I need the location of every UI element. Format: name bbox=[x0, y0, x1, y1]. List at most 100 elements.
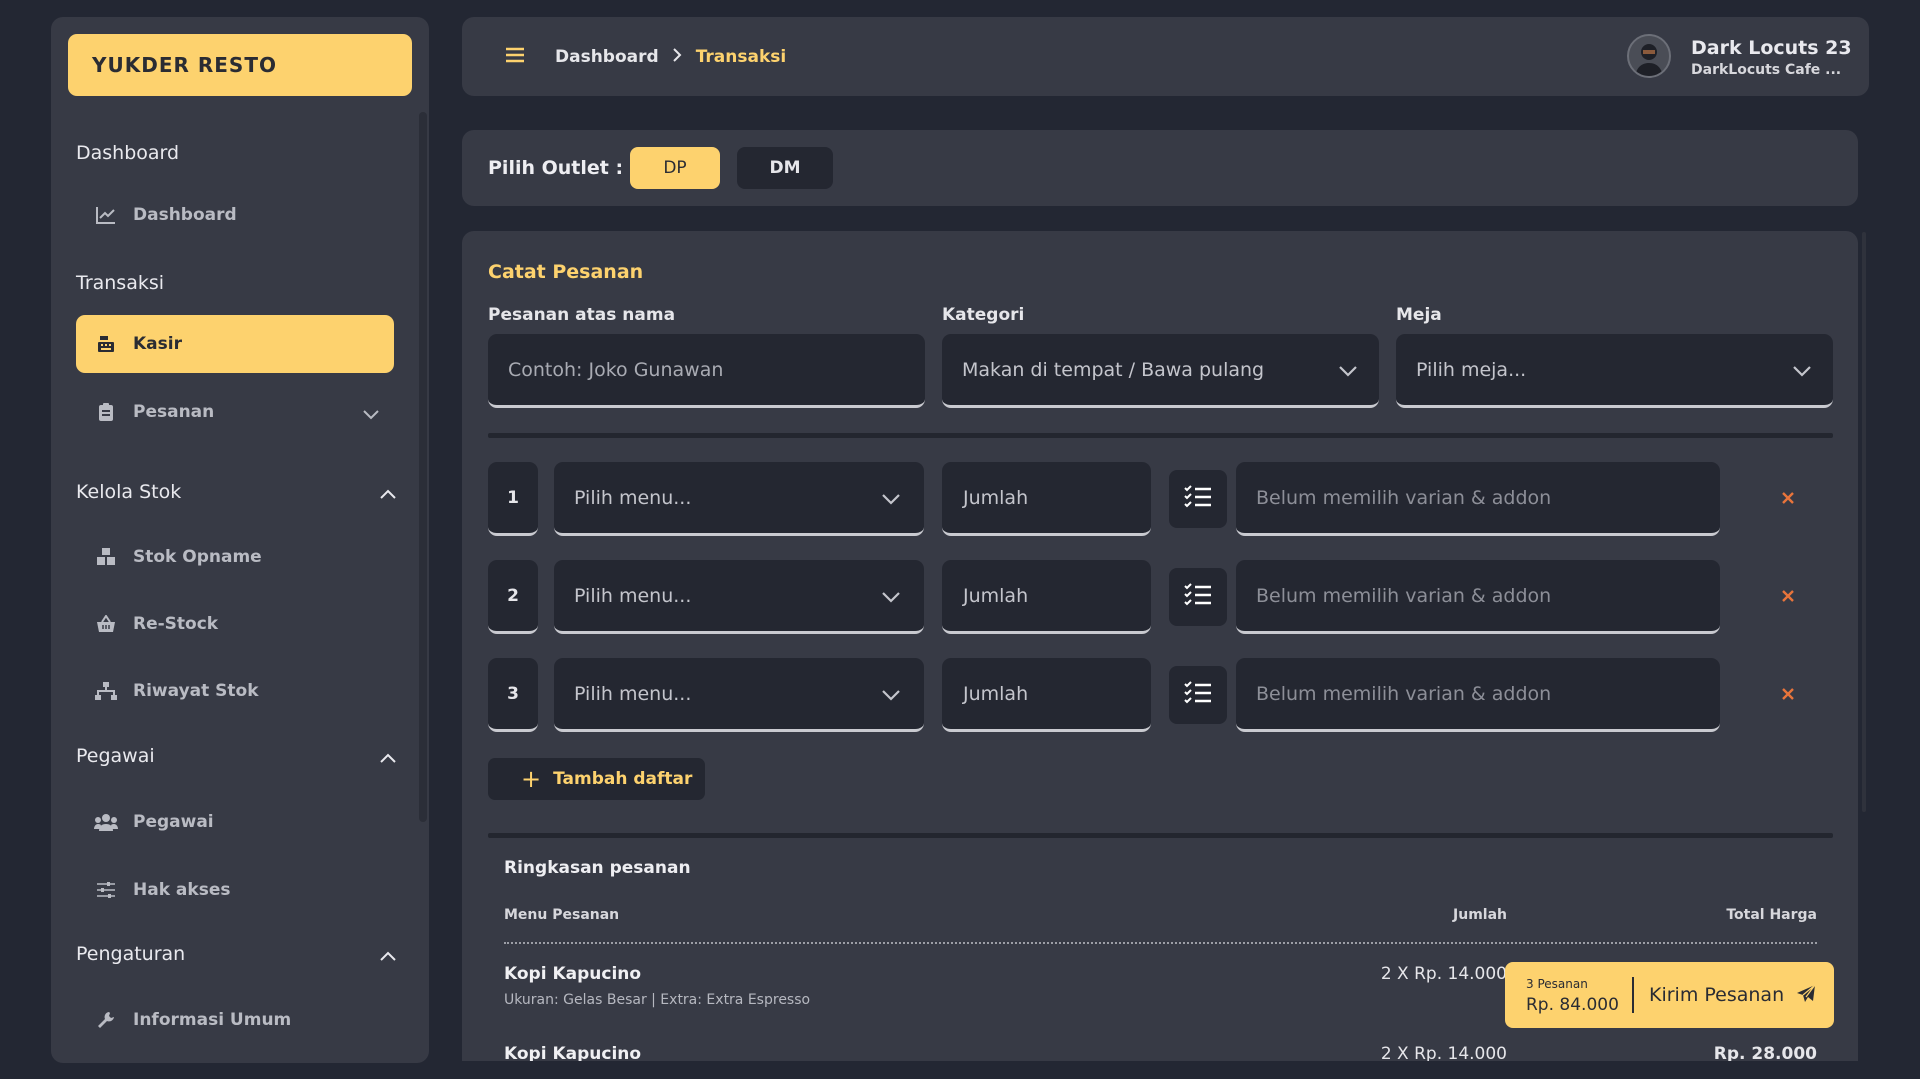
variant-addon-field[interactable]: Belum memilih varian & addon bbox=[1236, 658, 1720, 732]
remove-row-button[interactable] bbox=[1778, 685, 1798, 705]
chevron-down-icon bbox=[1793, 360, 1811, 382]
boxes-icon bbox=[93, 546, 119, 568]
wrench-icon bbox=[93, 1009, 119, 1031]
menu-select-value: Pilih menu... bbox=[574, 682, 692, 705]
chevron-up-icon[interactable] bbox=[380, 748, 396, 763]
category-value: Makan di tempat / Bawa pulang bbox=[962, 358, 1265, 381]
sidebar-item-informasi-umum[interactable]: Informasi Umum bbox=[76, 991, 394, 1049]
sidebar-item-pegawai[interactable]: Pegawai bbox=[76, 793, 394, 851]
sidebar-item-label: Pesanan bbox=[133, 402, 215, 422]
sidebar-item-label: Stok Opname bbox=[133, 547, 262, 567]
variant-addon-field[interactable]: Belum memilih varian & addon bbox=[1236, 560, 1720, 634]
category-label: Kategori bbox=[942, 305, 1025, 325]
avatar[interactable] bbox=[1627, 34, 1671, 78]
summary-title: Ringkasan pesanan bbox=[504, 858, 691, 878]
list-check-icon bbox=[1184, 485, 1212, 513]
brand-logo[interactable]: YUKDER RESTO bbox=[68, 34, 412, 96]
outlet-label: Pilih Outlet : bbox=[488, 157, 624, 179]
chevron-up-icon[interactable] bbox=[380, 946, 396, 961]
section-transaksi: Transaksi bbox=[76, 272, 165, 294]
quantity-input[interactable]: Jumlah bbox=[942, 658, 1151, 732]
table-label: Meja bbox=[1396, 305, 1442, 325]
sidebar-scrollbar[interactable] bbox=[419, 112, 427, 822]
sidebar-item-restock[interactable]: Re-Stock bbox=[76, 595, 394, 653]
table-value: Pilih meja... bbox=[1416, 358, 1527, 381]
chevron-down-icon bbox=[363, 405, 379, 425]
menu-toggle-icon[interactable] bbox=[506, 47, 524, 67]
breadcrumb: Dashboard Transaksi bbox=[555, 47, 786, 67]
outlet-dp-button[interactable]: DP bbox=[630, 147, 720, 189]
menu-select[interactable]: Pilih menu... bbox=[554, 560, 924, 634]
remove-row-button[interactable] bbox=[1778, 489, 1798, 509]
chevron-down-icon bbox=[882, 684, 900, 706]
menu-select-value: Pilih menu... bbox=[574, 584, 692, 607]
divider bbox=[1632, 977, 1634, 1013]
users-icon bbox=[93, 811, 119, 833]
divider bbox=[488, 833, 1833, 838]
remove-row-button[interactable] bbox=[1778, 587, 1798, 607]
summary-item-qty: 2 X Rp. 14.000 bbox=[1380, 1044, 1507, 1061]
plus-icon: + bbox=[521, 765, 542, 793]
sidebar-item-label: Hak akses bbox=[133, 880, 231, 900]
summary-item-name: Kopi Kapucino bbox=[504, 964, 642, 984]
card-title: Catat Pesanan bbox=[488, 261, 644, 283]
clipboard-icon bbox=[93, 401, 119, 423]
list-check-icon bbox=[1184, 583, 1212, 611]
chart-line-icon bbox=[93, 204, 119, 226]
category-select[interactable]: Makan di tempat / Bawa pulang bbox=[942, 334, 1379, 408]
sidebar-item-riwayat-stok[interactable]: Riwayat Stok bbox=[76, 662, 394, 720]
variant-list-button[interactable] bbox=[1169, 666, 1227, 724]
sidebar-item-hak-akses[interactable]: Hak akses bbox=[76, 861, 394, 919]
col-menu: Menu Pesanan bbox=[504, 907, 620, 923]
breadcrumb-transaksi: Transaksi bbox=[695, 47, 787, 67]
main-scrollbar[interactable] bbox=[1862, 232, 1866, 812]
summary-item-name: Kopi Kapucino bbox=[504, 1044, 642, 1061]
table-divider bbox=[504, 942, 1817, 944]
menu-select[interactable]: Pilih menu... bbox=[554, 658, 924, 732]
user-cafe: DarkLocuts Cafe ... bbox=[1691, 62, 1842, 78]
divider bbox=[488, 433, 1833, 438]
sidebar-item-pesanan[interactable]: Pesanan bbox=[76, 383, 394, 441]
sidebar-item-kasir[interactable]: Kasir bbox=[76, 315, 394, 373]
quantity-input[interactable]: Jumlah bbox=[942, 560, 1151, 634]
sidebar-item-label: Pegawai bbox=[133, 812, 214, 832]
sidebar-item-dashboard[interactable]: Dashboard bbox=[76, 186, 394, 244]
close-icon bbox=[1781, 686, 1795, 705]
row-number: 3 bbox=[488, 658, 538, 732]
sidebar-item-label: Kasir bbox=[133, 334, 182, 354]
section-pengaturan: Pengaturan bbox=[76, 943, 186, 965]
summary-item-total: Rp. 28.000 bbox=[1713, 1044, 1817, 1061]
table-select[interactable]: Pilih meja... bbox=[1396, 334, 1833, 408]
order-card: Catat Pesanan Pesanan atas nama Contoh: … bbox=[462, 231, 1858, 1061]
variant-list-button[interactable] bbox=[1169, 568, 1227, 626]
chevron-down-icon bbox=[1339, 360, 1357, 382]
top-header: Dashboard Transaksi Dark Locuts 23 DarkL… bbox=[462, 17, 1869, 96]
add-row-label: Tambah daftar bbox=[553, 769, 693, 789]
chevron-up-icon[interactable] bbox=[380, 484, 396, 499]
outlet-dm-button[interactable]: DM bbox=[737, 147, 833, 189]
paper-plane-icon bbox=[1796, 984, 1816, 1008]
breadcrumb-dashboard[interactable]: Dashboard bbox=[555, 47, 659, 67]
chevron-down-icon bbox=[882, 488, 900, 510]
row-number: 2 bbox=[488, 560, 538, 634]
section-dashboard: Dashboard bbox=[76, 142, 180, 164]
col-qty: Jumlah bbox=[1453, 907, 1507, 923]
menu-select[interactable]: Pilih menu... bbox=[554, 462, 924, 536]
name-label: Pesanan atas nama bbox=[488, 305, 676, 325]
summary-item-qty: 2 X Rp. 14.000 bbox=[1380, 964, 1507, 984]
menu-select-value: Pilih menu... bbox=[574, 486, 692, 509]
variant-addon-field[interactable]: Belum memilih varian & addon bbox=[1236, 462, 1720, 536]
sidebar-item-label: Riwayat Stok bbox=[133, 681, 259, 701]
close-icon bbox=[1781, 490, 1795, 509]
add-row-button[interactable]: + Tambah daftar bbox=[488, 758, 705, 800]
cash-register-icon bbox=[93, 333, 119, 355]
quantity-input[interactable]: Jumlah bbox=[942, 462, 1151, 536]
close-icon bbox=[1781, 588, 1795, 607]
send-order-button[interactable]: 3 Pesanan Rp. 84.000 Kirim Pesanan bbox=[1505, 962, 1834, 1028]
sidebar-item-stok-opname[interactable]: Stok Opname bbox=[76, 528, 394, 586]
variant-list-button[interactable] bbox=[1169, 470, 1227, 528]
sidebar: YUKDER RESTO Dashboard Dashboard Transak… bbox=[51, 17, 429, 1063]
basket-icon bbox=[93, 613, 119, 635]
sidebar-item-label: Informasi Umum bbox=[133, 1010, 292, 1030]
customer-name-input[interactable]: Contoh: Joko Gunawan bbox=[488, 334, 925, 408]
